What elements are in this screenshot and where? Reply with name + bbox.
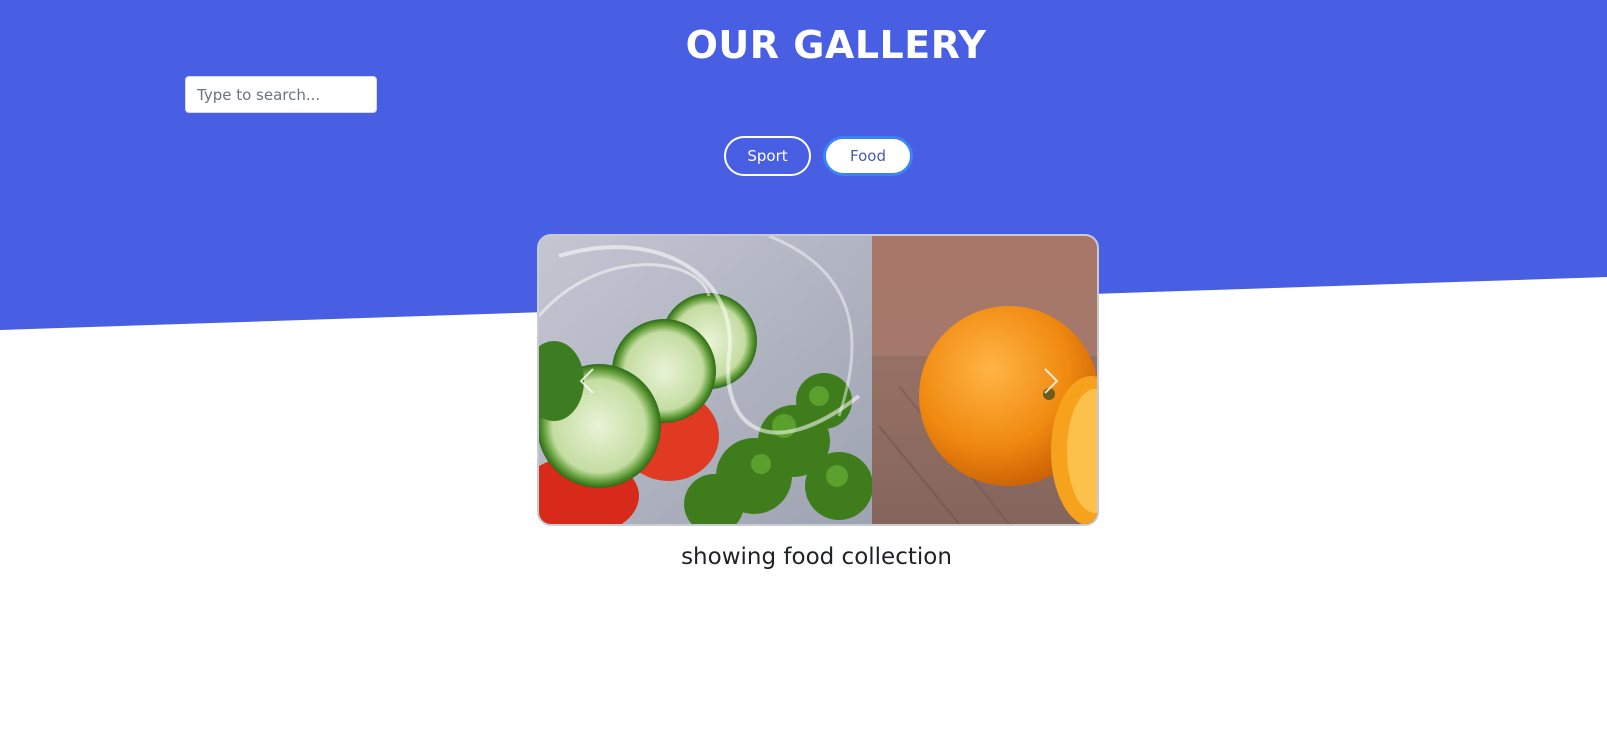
image-carousel[interactable] bbox=[537, 234, 1099, 526]
carousel-next-button[interactable] bbox=[1036, 366, 1066, 396]
collection-caption: showing food collection bbox=[681, 544, 952, 570]
page-title: OUR GALLERY bbox=[685, 23, 987, 67]
chevron-right-icon bbox=[1044, 368, 1059, 394]
carousel-prev-button[interactable] bbox=[572, 366, 602, 396]
food-filter-label: Food bbox=[850, 147, 886, 165]
chevron-left-icon bbox=[579, 368, 594, 394]
sport-filter-label: Sport bbox=[747, 147, 788, 165]
food-filter-button[interactable]: Food bbox=[823, 136, 913, 176]
search-input[interactable] bbox=[185, 76, 377, 113]
sport-filter-button[interactable]: Sport bbox=[724, 136, 811, 176]
